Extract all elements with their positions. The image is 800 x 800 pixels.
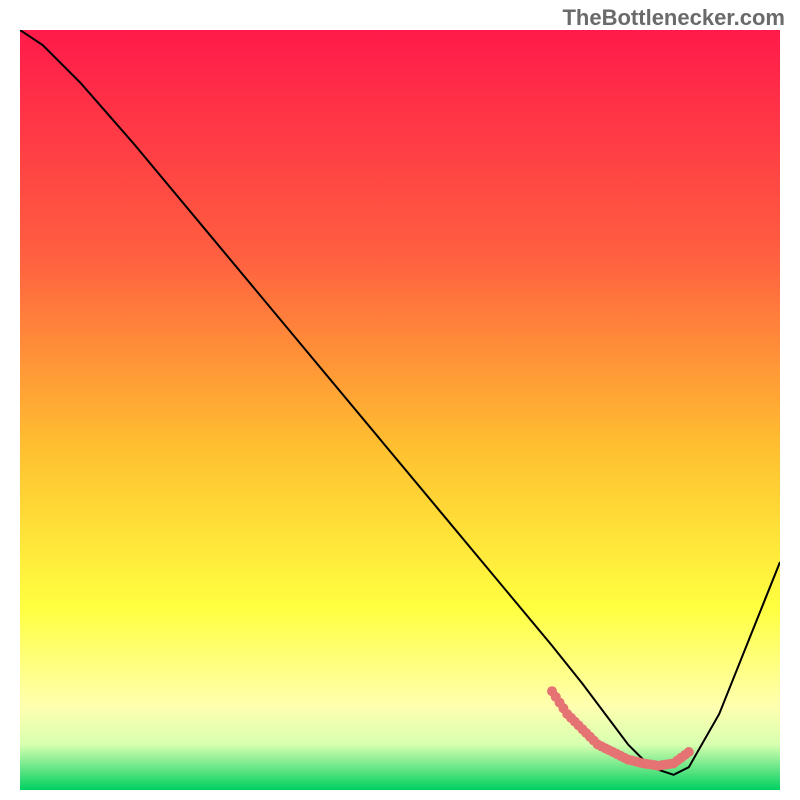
watermark-label: TheBottlenecker.com	[562, 5, 785, 31]
chart-plot-area	[20, 30, 780, 790]
